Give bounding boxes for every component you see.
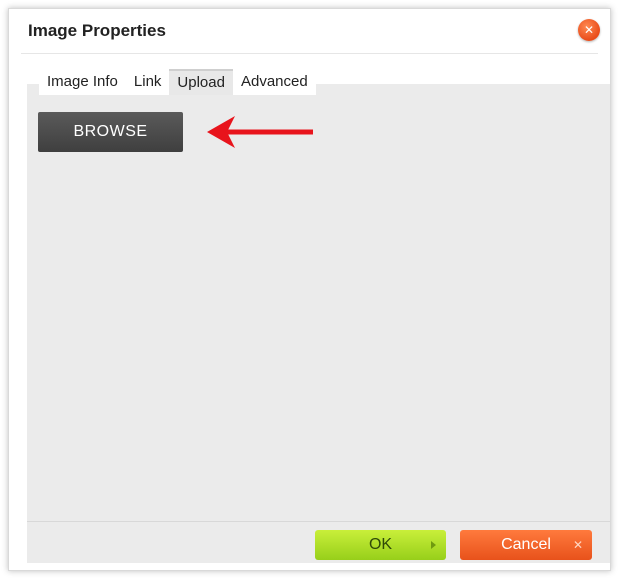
- dialog-footer: OK Cancel ✕: [27, 521, 610, 563]
- browse-button[interactable]: BROWSE: [38, 112, 183, 152]
- tab-link[interactable]: Link: [125, 69, 170, 95]
- tab-advanced[interactable]: Advanced: [232, 69, 316, 95]
- close-button[interactable]: ✕: [578, 19, 600, 41]
- image-properties-dialog: Image Properties ✕ BROWSE Image Info Lin…: [8, 8, 611, 571]
- x-icon: ✕: [572, 538, 583, 552]
- close-icon: ✕: [583, 23, 595, 37]
- play-right-icon: [431, 541, 436, 549]
- title-divider: [21, 53, 598, 54]
- cancel-button[interactable]: Cancel ✕: [460, 530, 592, 560]
- ok-button-label: OK: [368, 536, 393, 553]
- dialog-title: Image Properties: [28, 21, 166, 40]
- tab-bar: Image Info Link Upload Advanced: [39, 69, 316, 95]
- ok-button[interactable]: OK: [315, 530, 446, 560]
- tab-upload[interactable]: Upload: [169, 69, 233, 95]
- tab-image-info[interactable]: Image Info: [39, 69, 126, 95]
- upload-panel: BROWSE: [27, 84, 610, 521]
- dialog-title-bar: Image Properties ✕: [9, 9, 610, 53]
- red-arrow-left-icon: [207, 116, 313, 148]
